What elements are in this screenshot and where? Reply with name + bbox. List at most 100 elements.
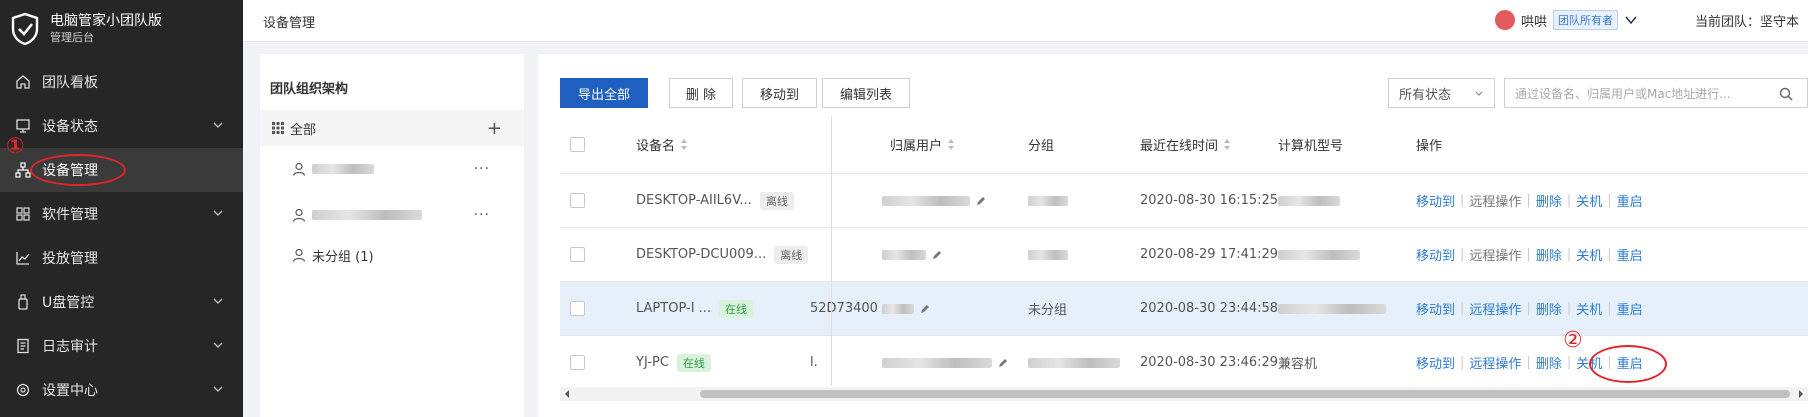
owner-cell: [882, 228, 942, 281]
sidebar-item-usb-control[interactable]: U盘管控: [0, 280, 243, 324]
sidebar-item-distribution-management[interactable]: 投放管理: [0, 236, 243, 280]
table-row[interactable]: LAPTOP-I ... 在线 52D73400 未分组 2020-08-30 2…: [560, 282, 1808, 336]
last-online-cell: 2020-08-30 23:46:29: [1140, 355, 1279, 370]
grid-icon: [272, 122, 284, 134]
org-title: 团队组织架构: [270, 82, 349, 97]
remote-operation-link[interactable]: 远程操作: [1469, 353, 1521, 372]
delete-link[interactable]: 删除: [1536, 299, 1562, 318]
org-node[interactable]: ···: [292, 154, 512, 184]
org-node[interactable]: ···: [292, 200, 512, 230]
move-to-link[interactable]: 移动到: [1416, 245, 1455, 264]
edit-icon[interactable]: [932, 250, 942, 260]
model-cell: [1278, 282, 1386, 335]
status-badge: 在线: [676, 353, 711, 372]
row-actions: 移动到 | 远程操作 | 删除 | 关机 | 重启: [1416, 299, 1643, 318]
breadcrumb: 设备管理: [263, 16, 316, 31]
row-actions: 移动到 | 远程操作 | 删除 | 关机 | 重启: [1416, 191, 1643, 210]
chevron-down-icon: [1475, 91, 1483, 96]
sidebar: 电脑管家小团队版 管理后台 团队看板 设备状态 设备管理 软件管理 投放管理 U…: [0, 0, 243, 417]
add-group-icon[interactable]: +: [487, 118, 502, 139]
status-filter-select[interactable]: 所有状态: [1388, 78, 1495, 108]
chevron-down-icon: [213, 298, 223, 304]
more-icon[interactable]: ···: [474, 207, 490, 223]
export-all-button[interactable]: 导出全部: [560, 78, 648, 108]
table-header: 设备名 归属用户 分组 最近在线时间 计算机型号 操作: [560, 116, 1808, 174]
scrollbar-thumb[interactable]: [700, 390, 1790, 398]
remote-operation-link[interactable]: 远程操作: [1469, 245, 1521, 264]
column-device-name[interactable]: 设备名: [636, 116, 688, 173]
chevron-down-icon: [1625, 16, 1637, 25]
remote-operation-link[interactable]: 远程操作: [1469, 191, 1521, 210]
shield-logo-icon: [11, 12, 39, 46]
app-subtitle: 管理后台: [50, 31, 94, 44]
chevron-down-icon: [213, 210, 223, 216]
shutdown-link[interactable]: 关机: [1576, 191, 1602, 210]
brand: 电脑管家小团队版 管理后台: [0, 0, 243, 58]
select-all-checkbox[interactable]: [570, 116, 585, 173]
move-to-link[interactable]: 移动到: [1416, 299, 1455, 318]
column-last-online[interactable]: 最近在线时间: [1140, 116, 1231, 173]
delete-link[interactable]: 删除: [1536, 245, 1562, 264]
move-to-button[interactable]: 移动到: [742, 78, 817, 108]
delete-link[interactable]: 删除: [1536, 353, 1562, 372]
sort-icon: [681, 139, 688, 150]
edit-columns-button[interactable]: 编辑列表: [822, 78, 910, 108]
row-checkbox[interactable]: [570, 336, 585, 389]
sidebar-item-log-audit[interactable]: 日志审计: [0, 324, 243, 368]
group-cell: [1028, 336, 1120, 389]
apps-grid-icon: [14, 205, 32, 223]
shutdown-link[interactable]: 关机: [1576, 245, 1602, 264]
org-node-all[interactable]: 全部 +: [260, 110, 524, 146]
user-menu[interactable]: 哄哄 团队所有者: [1495, 8, 1638, 32]
delete-link[interactable]: 删除: [1536, 191, 1562, 210]
more-icon[interactable]: ···: [474, 161, 490, 177]
device-name[interactable]: DESKTOP-AIIL6V...: [636, 193, 752, 208]
sidebar-item-settings[interactable]: 设置中心: [0, 368, 243, 412]
sort-icon: [1224, 139, 1231, 150]
search-placeholder: 通过设备名、归属用户或Mac地址进行...: [1515, 86, 1731, 101]
top-header: 设备管理 哄哄 团队所有者 当前团队：坚守本: [243, 0, 1808, 42]
delete-button[interactable]: 删 除: [669, 78, 733, 108]
search-input[interactable]: 通过设备名、归属用户或Mac地址进行...: [1504, 78, 1808, 108]
sidebar-item-software-management[interactable]: 软件管理: [0, 192, 243, 236]
shutdown-link[interactable]: 关机: [1576, 299, 1602, 318]
sort-icon: [948, 139, 955, 150]
edit-icon[interactable]: [920, 304, 930, 314]
table-row[interactable]: DESKTOP-AIIL6V... 离线 2020-08-30 16:15:25 …: [560, 174, 1808, 228]
move-to-link[interactable]: 移动到: [1416, 191, 1455, 210]
sidebar-item-device-status[interactable]: 设备状态: [0, 104, 243, 148]
device-name[interactable]: YJ-PC: [636, 355, 669, 370]
edit-icon[interactable]: [998, 358, 1008, 368]
move-to-link[interactable]: 移动到: [1416, 353, 1455, 372]
row-checkbox[interactable]: [570, 282, 585, 335]
sidebar-item-team-dashboard[interactable]: 团队看板: [0, 60, 243, 104]
device-name[interactable]: LAPTOP-I ...: [636, 301, 711, 316]
device-name[interactable]: DESKTOP-DCU009...: [636, 247, 766, 262]
fixed-column-shadow: [831, 116, 832, 386]
current-team[interactable]: 当前团队：坚守本: [1695, 11, 1799, 30]
row-checkbox[interactable]: [570, 228, 585, 281]
hidden-column-value: 52D73400: [810, 301, 878, 316]
restart-link[interactable]: 重启: [1617, 245, 1643, 264]
role-badge: 团队所有者: [1553, 10, 1619, 30]
row-checkbox[interactable]: [570, 174, 585, 227]
org-node-ungrouped[interactable]: 未分组 (1): [292, 240, 512, 270]
blurred-name: [312, 164, 374, 174]
column-model: 计算机型号: [1278, 139, 1344, 154]
edit-icon[interactable]: [976, 196, 986, 206]
scroll-right-icon[interactable]: [1797, 390, 1805, 398]
restart-link[interactable]: 重启: [1617, 191, 1643, 210]
owner-cell: [882, 174, 986, 227]
person-icon: [292, 162, 306, 176]
restart-link[interactable]: 重启: [1617, 299, 1643, 318]
sidebar-item-label: 设备状态: [42, 119, 98, 135]
scroll-left-icon[interactable]: [563, 390, 571, 398]
sidebar-item-label: 团队看板: [42, 75, 98, 91]
table-row[interactable]: DESKTOP-DCU009... 离线 2020-08-29 17:41:29 …: [560, 228, 1808, 282]
column-owner[interactable]: 归属用户: [890, 116, 955, 173]
sidebar-nav: 团队看板 设备状态 设备管理 软件管理 投放管理 U盘管控 日志审计 设置中心: [0, 60, 243, 412]
search-icon[interactable]: [1779, 87, 1793, 101]
chevron-down-icon: [213, 122, 223, 128]
remote-operation-link[interactable]: 远程操作: [1469, 299, 1521, 318]
horizontal-scrollbar[interactable]: [560, 387, 1808, 401]
